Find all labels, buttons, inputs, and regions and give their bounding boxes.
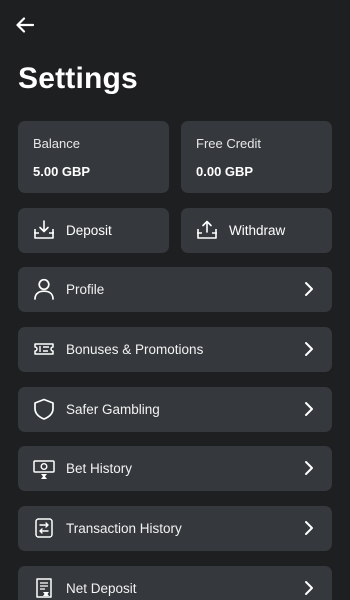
menu-item-profile[interactable]: Profile: [18, 267, 332, 312]
menu-item-transaction-history[interactable]: Transaction History: [18, 506, 332, 551]
user-icon: [34, 278, 54, 300]
menu-item-label: Safer Gambling: [66, 402, 160, 417]
chevron-right-icon: [305, 461, 313, 475]
withdraw-label: Withdraw: [229, 223, 286, 238]
deposit-label: Deposit: [66, 223, 112, 238]
menu-item-label: Bet History: [66, 461, 133, 476]
shield-icon: [34, 398, 54, 420]
back-button[interactable]: [14, 14, 36, 36]
menu-item-label: Profile: [66, 282, 105, 297]
transaction-icon: [35, 518, 53, 538]
free-credit-label: Free Credit: [196, 136, 262, 151]
withdraw-button[interactable]: Withdraw: [181, 208, 332, 253]
balance-value: 5.00 GBP: [33, 164, 91, 179]
net-deposit-icon: [36, 578, 52, 598]
menu-item-bet-history[interactable]: Bet History: [18, 446, 332, 491]
ticket-icon: [34, 343, 54, 355]
menu-item-label: Net Deposit: [66, 581, 137, 596]
chevron-right-icon: [305, 521, 313, 535]
deposit-button[interactable]: Deposit: [18, 208, 169, 253]
menu-item-bonuses-promotions[interactable]: Bonuses & Promotions: [18, 327, 332, 372]
deposit-icon: [34, 220, 54, 239]
balance-label: Balance: [33, 136, 80, 151]
free-credit-card: Free Credit 0.00 GBP: [181, 121, 332, 193]
chevron-right-icon: [305, 402, 313, 416]
arrow-left-icon: [16, 17, 34, 33]
withdraw-icon: [197, 220, 217, 239]
menu-item-safer-gambling[interactable]: Safer Gambling: [18, 387, 332, 432]
bet-history-icon: [33, 460, 55, 479]
menu-item-label: Transaction History: [66, 521, 182, 536]
chevron-right-icon: [305, 581, 313, 595]
chevron-right-icon: [305, 282, 313, 296]
balance-card: Balance 5.00 GBP: [18, 121, 169, 193]
chevron-right-icon: [305, 342, 313, 356]
menu-item-net-deposit[interactable]: Net Deposit: [18, 566, 332, 600]
page-title: Settings: [18, 62, 138, 95]
menu-item-label: Bonuses & Promotions: [66, 342, 204, 357]
settings-screen: Settings Balance 5.00 GBP Free Credit 0.…: [0, 0, 350, 600]
free-credit-value: 0.00 GBP: [196, 164, 254, 179]
